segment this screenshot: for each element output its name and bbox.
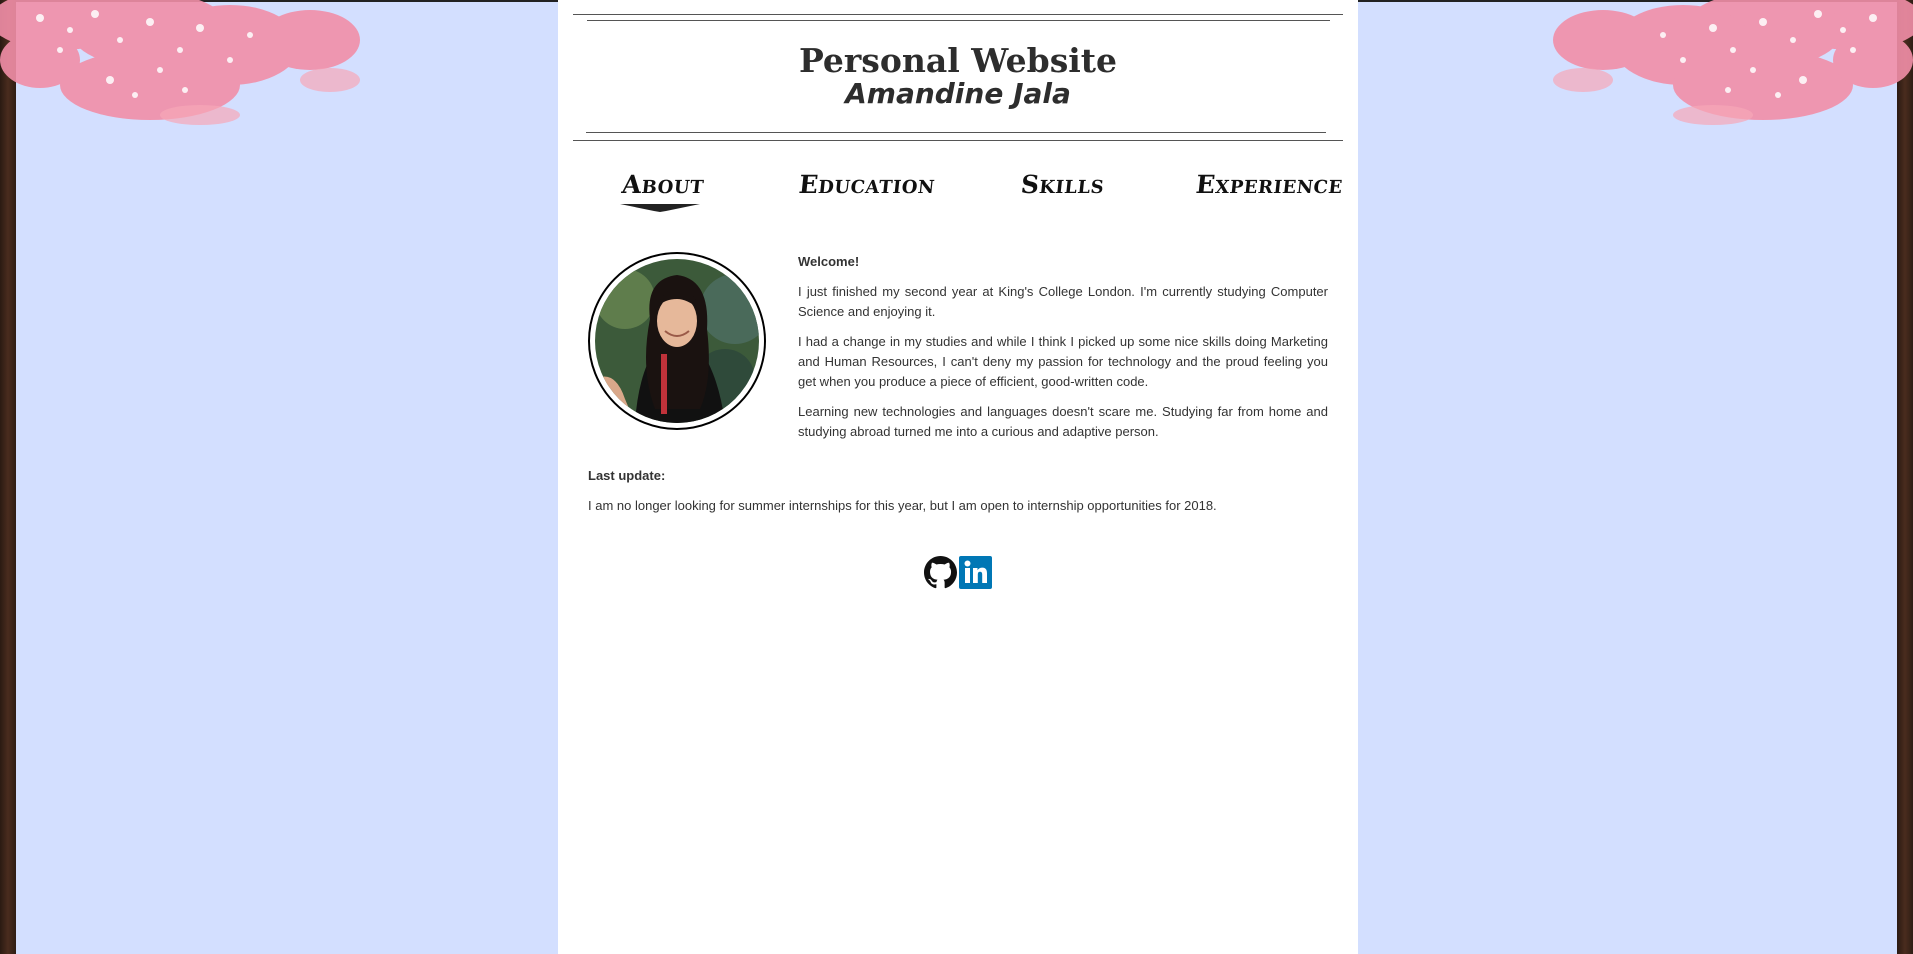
welcome-heading: Welcome! <box>798 254 860 269</box>
profile-image <box>595 259 759 423</box>
site-header: Personal Website Amandine Jala <box>573 0 1343 141</box>
header-divider <box>587 20 1330 21</box>
linkedin-link[interactable] <box>959 556 992 589</box>
person-portrait-icon <box>595 259 759 423</box>
tree-trunk-right <box>1897 0 1913 954</box>
cherry-blossom-left <box>0 0 360 125</box>
linkedin-icon <box>959 556 992 589</box>
about-paragraph: Learning new technologies and languages … <box>798 404 1328 439</box>
github-link[interactable] <box>924 556 957 589</box>
about-paragraph: I had a change in my studies and while I… <box>798 334 1328 389</box>
github-icon <box>924 556 957 589</box>
header-divider <box>586 132 1326 133</box>
main-content: Personal Website Amandine Jala About Edu… <box>558 0 1358 954</box>
header-divider <box>573 140 1343 141</box>
last-update-label: Last update: <box>588 468 666 483</box>
main-nav: About Education Skills Experience <box>558 170 1358 220</box>
last-update-text: I am no longer looking for summer intern… <box>588 498 1217 513</box>
update-section: Last update: I am no longer looking for … <box>588 466 1328 516</box>
profile-photo <box>588 252 766 430</box>
tree-trunk-left <box>0 0 16 954</box>
about-section: Welcome! I just finished my second year … <box>798 252 1328 452</box>
about-paragraph: I just finished my second year at King's… <box>798 284 1328 319</box>
header-divider <box>573 14 1343 15</box>
nav-experience[interactable]: Experience <box>1194 170 1344 199</box>
social-links <box>924 556 992 590</box>
nav-skills[interactable]: Skills <box>1019 170 1105 199</box>
nav-education[interactable]: Education <box>797 170 936 199</box>
cherry-blossom-right <box>1553 0 1913 125</box>
site-subtitle: Amandine Jala <box>845 77 1071 110</box>
nav-about[interactable]: About <box>620 170 705 199</box>
active-tab-indicator-icon <box>620 204 700 212</box>
